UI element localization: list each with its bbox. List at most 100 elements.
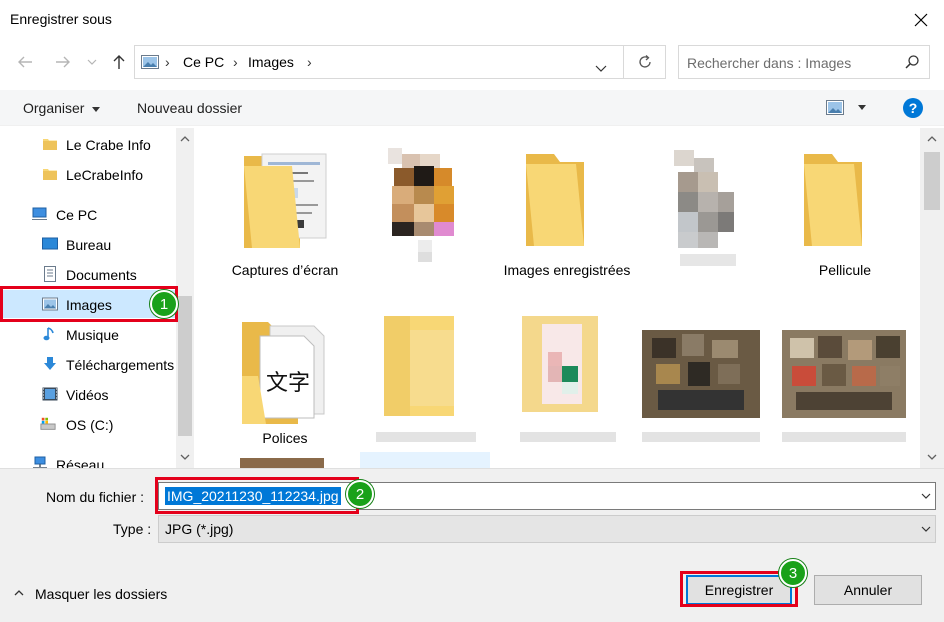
organize-button[interactable]: Organiser	[23, 100, 101, 116]
scrollbar-thumb[interactable]	[178, 296, 192, 436]
nav-item-reseau[interactable]: Réseau	[0, 450, 178, 468]
arrow-right-icon	[56, 56, 70, 68]
fonts-folder-icon: 文字	[242, 322, 325, 424]
nav-item-lecrabeinfo[interactable]: LeCrabeInfo	[0, 160, 178, 188]
arrow-up-icon	[113, 55, 125, 69]
close-button[interactable]	[906, 6, 936, 34]
crumb-separator: ›	[233, 54, 238, 70]
navigation-scrollbar[interactable]	[176, 128, 194, 468]
type-select[interactable]: JPG (*.jpg)	[158, 515, 936, 543]
chevron-down-icon	[87, 59, 97, 65]
annotation-badge-2: 2	[346, 480, 374, 508]
crumb-ce-pc[interactable]: Ce PC	[183, 54, 224, 70]
address-bar[interactable]: › Ce PC › Images ›	[134, 45, 624, 79]
nav-item-videos[interactable]: Vidéos	[0, 380, 178, 408]
nav-item-musique[interactable]: Musique	[0, 320, 178, 348]
nav-item-le-crabe-info[interactable]: Le Crabe Info	[0, 130, 178, 158]
refresh-icon	[638, 55, 651, 68]
file-list: Captures d’écran Images enregistrées Pel…	[196, 128, 920, 468]
annotation-badge-3: 3	[779, 559, 807, 587]
desktop-icon	[42, 237, 58, 250]
music-icon	[43, 327, 54, 341]
recent-locations-button[interactable]	[82, 49, 102, 75]
type-value: JPG (*.jpg)	[165, 521, 234, 537]
search-input[interactable]	[687, 53, 897, 73]
nav-item-ce-pc[interactable]: Ce PC	[0, 200, 178, 228]
filename-label: Nom du fichier :	[46, 489, 145, 505]
blurred-thumbnail	[782, 330, 906, 418]
nav-item-documents[interactable]: Documents	[0, 260, 178, 288]
blurred-thumbnail	[380, 144, 460, 264]
blurred-thumbnail	[642, 330, 760, 418]
image-thumbnail[interactable]	[368, 142, 498, 282]
view-icon	[826, 100, 844, 115]
chevron-down-icon	[927, 454, 937, 460]
computer-icon	[32, 207, 47, 220]
view-options-button[interactable]	[826, 100, 866, 116]
new-folder-button[interactable]: Nouveau dossier	[137, 100, 242, 116]
chevron-up-icon	[14, 590, 24, 596]
chevron-down-icon	[595, 65, 607, 72]
annotation-highlight-filename	[155, 477, 359, 514]
pictures-icon	[141, 55, 159, 69]
image-thumbnail[interactable]	[514, 312, 644, 452]
svg-text:文字: 文字	[266, 371, 310, 396]
chevron-up-icon	[180, 136, 190, 142]
image-thumbnail[interactable]	[642, 312, 772, 452]
folder-icon	[43, 169, 57, 180]
hover-highlight	[360, 452, 490, 468]
folder-icon	[43, 139, 57, 150]
help-button[interactable]: ?	[903, 98, 923, 118]
window-title: Enregistrer sous	[10, 11, 112, 27]
partial-thumbnail	[240, 458, 324, 468]
blurred-thumbnail	[660, 144, 750, 274]
help-icon: ?	[908, 100, 918, 116]
folder-tile-images-enregistrees[interactable]: Images enregistrées	[502, 142, 632, 302]
image-thumbnail[interactable]	[368, 312, 498, 452]
image-thumbnail[interactable]	[782, 312, 912, 452]
nav-item-bureau[interactable]: Bureau	[0, 230, 178, 258]
downloads-icon	[44, 357, 56, 370]
crumb-separator: ›	[165, 54, 170, 70]
cancel-button[interactable]: Annuler	[814, 575, 922, 605]
folder-tile-captures[interactable]: Captures d’écran	[220, 142, 350, 282]
title-bar: Enregistrer sous	[0, 0, 944, 40]
image-thumbnail[interactable]	[646, 142, 776, 282]
documents-icon	[44, 266, 56, 282]
annotation-badge-1: 1	[150, 290, 178, 318]
back-button[interactable]	[12, 49, 38, 75]
network-icon	[33, 456, 47, 468]
crumb-images[interactable]: Images	[248, 54, 294, 70]
search-box[interactable]	[678, 45, 930, 79]
folder-icon	[804, 154, 862, 246]
chevron-down-icon	[921, 493, 931, 499]
blurred-thumbnail	[384, 316, 454, 416]
chevron-down-icon	[180, 454, 190, 460]
forward-button[interactable]	[50, 49, 76, 75]
chevron-down-icon	[921, 526, 931, 532]
caret-down-icon	[858, 105, 866, 110]
refresh-button[interactable]	[624, 45, 666, 79]
address-dropdown-button[interactable]	[595, 59, 607, 75]
scrollbar-thumb[interactable]	[924, 152, 940, 210]
nav-item-os-c[interactable]: OS (C:)	[0, 410, 178, 438]
arrow-left-icon	[18, 56, 32, 68]
content-scrollbar[interactable]	[920, 128, 944, 468]
up-button[interactable]	[106, 49, 132, 75]
blurred-thumbnail	[522, 316, 598, 412]
organize-label: Organiser	[23, 100, 85, 116]
folder-tile-pellicule[interactable]: Pellicule	[780, 142, 910, 282]
search-icon	[905, 55, 919, 69]
folder-icon	[244, 153, 327, 248]
caret-down-icon	[92, 106, 101, 112]
folder-tile-polices[interactable]: 文字 Polices	[220, 312, 350, 452]
hide-folders-label: Masquer les dossiers	[35, 586, 168, 602]
videos-icon	[42, 387, 58, 401]
type-label: Type :	[113, 521, 152, 537]
folder-icon	[526, 154, 584, 246]
drive-icon	[40, 417, 56, 430]
command-toolbar: Organiser Nouveau dossier ?	[0, 90, 944, 126]
close-icon	[914, 13, 928, 27]
nav-item-telechargements[interactable]: Téléchargements	[0, 350, 178, 378]
crumb-separator: ›	[307, 54, 312, 70]
